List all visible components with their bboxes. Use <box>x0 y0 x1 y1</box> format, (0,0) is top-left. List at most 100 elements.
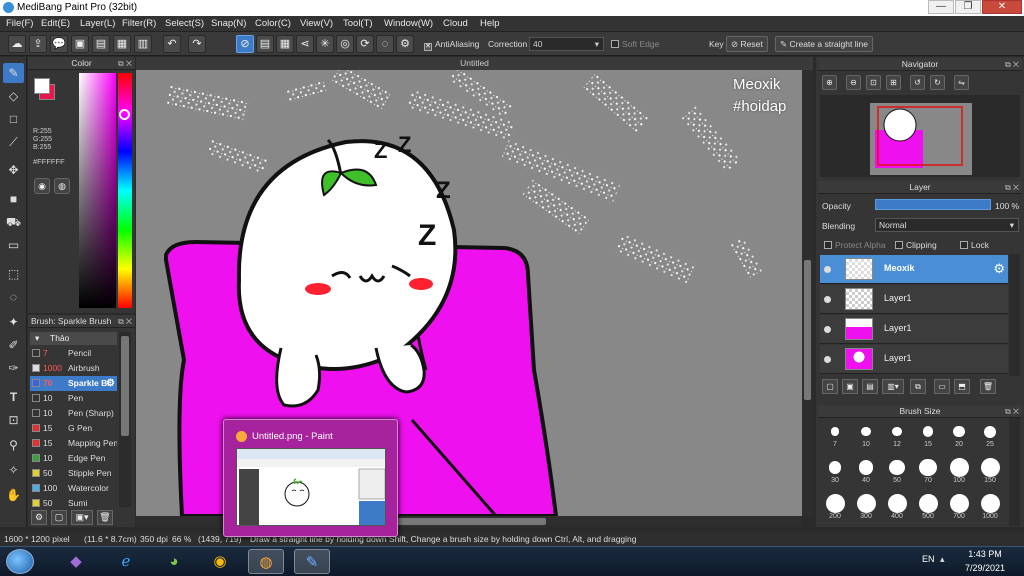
brush-size-option[interactable]: 12 <box>882 422 912 448</box>
add-layer-menu-icon[interactable]: ▥▾ <box>882 379 904 394</box>
visual-studio-icon[interactable]: ◆ <box>58 549 94 574</box>
brush-size-option[interactable]: 10 <box>851 422 881 448</box>
menu-edit[interactable]: Edit(E) <box>41 18 70 29</box>
snap-radial-icon[interactable]: ✳ <box>316 35 334 53</box>
brush-size-option[interactable]: 70 <box>913 458 943 484</box>
brush-item[interactable]: 7 Pencil <box>30 346 117 361</box>
pen-tool-icon[interactable]: ⟋ <box>3 132 24 152</box>
panel-popout-icon[interactable]: ⧉ ✕ <box>118 57 132 70</box>
gear-icon[interactable]: ⚙ <box>993 261 1005 277</box>
duplicate-layer-icon[interactable]: ⧉ <box>910 379 926 394</box>
internet-explorer-icon[interactable]: ℯ <box>108 549 144 574</box>
snap-curve-icon[interactable]: ⟳ <box>356 35 374 53</box>
snap-settings-icon[interactable]: ⚙ <box>396 35 414 53</box>
grid-menu-icon[interactable]: ▦ <box>113 35 131 53</box>
visibility-eye-icon[interactable] <box>824 326 831 333</box>
blending-select[interactable]: Normal ▾ <box>875 218 1019 232</box>
clipping-toggle[interactable]: Clipping <box>895 240 937 250</box>
new-1bit-layer-icon[interactable]: ▤ <box>862 379 878 394</box>
fill-rect-tool-icon[interactable]: ■ <box>3 189 24 209</box>
eyedropper-tool-icon[interactable]: ⚲ <box>3 435 24 455</box>
visibility-eye-icon[interactable] <box>824 356 831 363</box>
soft-edge-checkbox[interactable] <box>611 40 619 48</box>
maximize-button[interactable]: ❐ <box>955 0 981 14</box>
taskbar-thumbnail-popup[interactable]: Untitled.png - Paint <box>223 419 398 537</box>
brush-item[interactable]: 50 Sumi <box>30 496 117 511</box>
canvas-vertical-scrollbar[interactable] <box>802 70 813 516</box>
zoom-out-icon[interactable]: ⊖ <box>846 75 861 90</box>
brush-list-scrollbar[interactable] <box>119 332 131 507</box>
brush-item[interactable]: 50 Stipple Pen <box>30 466 117 481</box>
chrome-icon[interactable]: ◉ <box>202 549 238 574</box>
brush-size-option[interactable]: 30 <box>820 458 850 484</box>
scroll-thumb[interactable] <box>386 518 546 525</box>
brush-size-option[interactable]: 25 <box>975 422 1005 448</box>
brush-size-option[interactable]: 15 <box>913 422 943 448</box>
brush-size-option[interactable]: 40 <box>851 458 881 484</box>
panel-popout-icon[interactable]: ⧉ ✕ <box>1005 405 1019 418</box>
brush-size-option[interactable]: 100 <box>944 458 974 484</box>
select-tool-icon[interactable]: ⬚ <box>3 264 24 284</box>
layer-row[interactable]: Layer1 <box>820 345 1008 374</box>
delete-layer-icon[interactable]: 🗑 <box>980 379 996 394</box>
folder-icon[interactable]: ▭ <box>934 379 950 394</box>
canvas-tab[interactable]: Untitled <box>136 57 813 70</box>
visibility-eye-icon[interactable] <box>824 266 831 273</box>
new-layer-icon[interactable]: ▢ <box>822 379 838 394</box>
layer-row[interactable]: Layer1 <box>820 315 1008 344</box>
snap-parallel-icon[interactable]: ▤ <box>256 35 274 53</box>
soft-edge-toggle[interactable]: Soft Edge <box>611 39 659 49</box>
magic-wand-tool-icon[interactable]: ✦ <box>3 312 24 332</box>
brush-size-option[interactable]: 1000 <box>975 494 1005 520</box>
scroll-thumb[interactable] <box>121 336 129 436</box>
hand-tool-icon[interactable]: ✋ <box>3 485 24 505</box>
snap-vanishing-icon[interactable]: ⋖ <box>296 35 314 53</box>
save-icon[interactable]: ▣ <box>71 35 89 53</box>
rectangle-tool-icon[interactable]: □ <box>3 109 24 129</box>
brush-size-option[interactable]: 20 <box>944 422 974 448</box>
new-brush-icon[interactable]: ▢ <box>51 510 67 525</box>
brush-size-option[interactable]: 7 <box>820 422 850 448</box>
film-icon[interactable]: ▥ <box>134 35 152 53</box>
antialiasing-toggle[interactable]: ✕ AntiAliasing <box>424 39 479 51</box>
menu-view[interactable]: View(V) <box>300 18 333 29</box>
eraser-tool-icon[interactable]: ◇ <box>3 86 24 106</box>
language-indicator[interactable]: EN <box>922 554 935 564</box>
layer-list-scrollbar[interactable] <box>1009 254 1020 376</box>
zoom-in-icon[interactable]: ⊕ <box>822 75 837 90</box>
brush-size-option[interactable]: 700 <box>944 494 974 520</box>
menu-tool[interactable]: Tool(T) <box>343 18 373 29</box>
gradient-tool-icon[interactable]: ▭ <box>3 235 24 255</box>
menu-layer[interactable]: Layer(L) <box>80 18 115 29</box>
menu-cloud[interactable]: Cloud <box>443 18 468 29</box>
protect-alpha-checkbox[interactable] <box>824 241 832 249</box>
menu-file[interactable]: File(F) <box>6 18 33 29</box>
brush-item[interactable]: 10 Edge Pen <box>30 451 117 466</box>
palette-icon[interactable]: ◉ <box>34 178 50 194</box>
brush-tool-icon[interactable]: ✎ <box>3 63 24 83</box>
tray-arrow-icon[interactable]: ▴ <box>940 554 945 565</box>
menu-window[interactable]: Window(W) <box>384 18 433 29</box>
panel-popout-icon[interactable]: ⧉ ✕ <box>1005 58 1019 71</box>
panel-popout-icon[interactable]: ⧉ ✕ <box>1005 181 1019 194</box>
create-straight-line-button[interactable]: ✎ Create a straight line <box>775 36 873 52</box>
share-icon[interactable]: ⇪ <box>29 35 47 53</box>
saturation-value-picker[interactable] <box>79 73 116 308</box>
brush-item[interactable]: 10 Pen <box>30 391 117 406</box>
fit-view-icon[interactable]: ⊡ <box>866 75 881 90</box>
bucket-tool-icon[interactable]: ⛟ <box>3 212 24 232</box>
select-eraser-tool-icon[interactable]: ✑ <box>3 358 24 378</box>
move-tool-icon[interactable]: ✥ <box>3 160 24 180</box>
export-icon[interactable]: ▤ <box>92 35 110 53</box>
brush-item[interactable]: 1000 Airbrush <box>30 361 117 376</box>
menu-select[interactable]: Select(S) <box>165 18 204 29</box>
layer-row[interactable]: Layer1 <box>820 285 1008 314</box>
hue-handle[interactable] <box>119 109 130 120</box>
lasso-tool-icon[interactable]: ◌ <box>3 287 24 307</box>
snap-off-icon[interactable]: ⊘ <box>236 35 254 53</box>
minimize-button[interactable]: — <box>928 0 954 14</box>
protect-alpha-toggle[interactable]: Protect Alpha <box>824 240 886 250</box>
brush-size-option[interactable]: 500 <box>913 494 943 520</box>
lock-toggle[interactable]: Lock <box>960 240 989 250</box>
brush-settings-icon[interactable]: ⚙ <box>31 510 47 525</box>
